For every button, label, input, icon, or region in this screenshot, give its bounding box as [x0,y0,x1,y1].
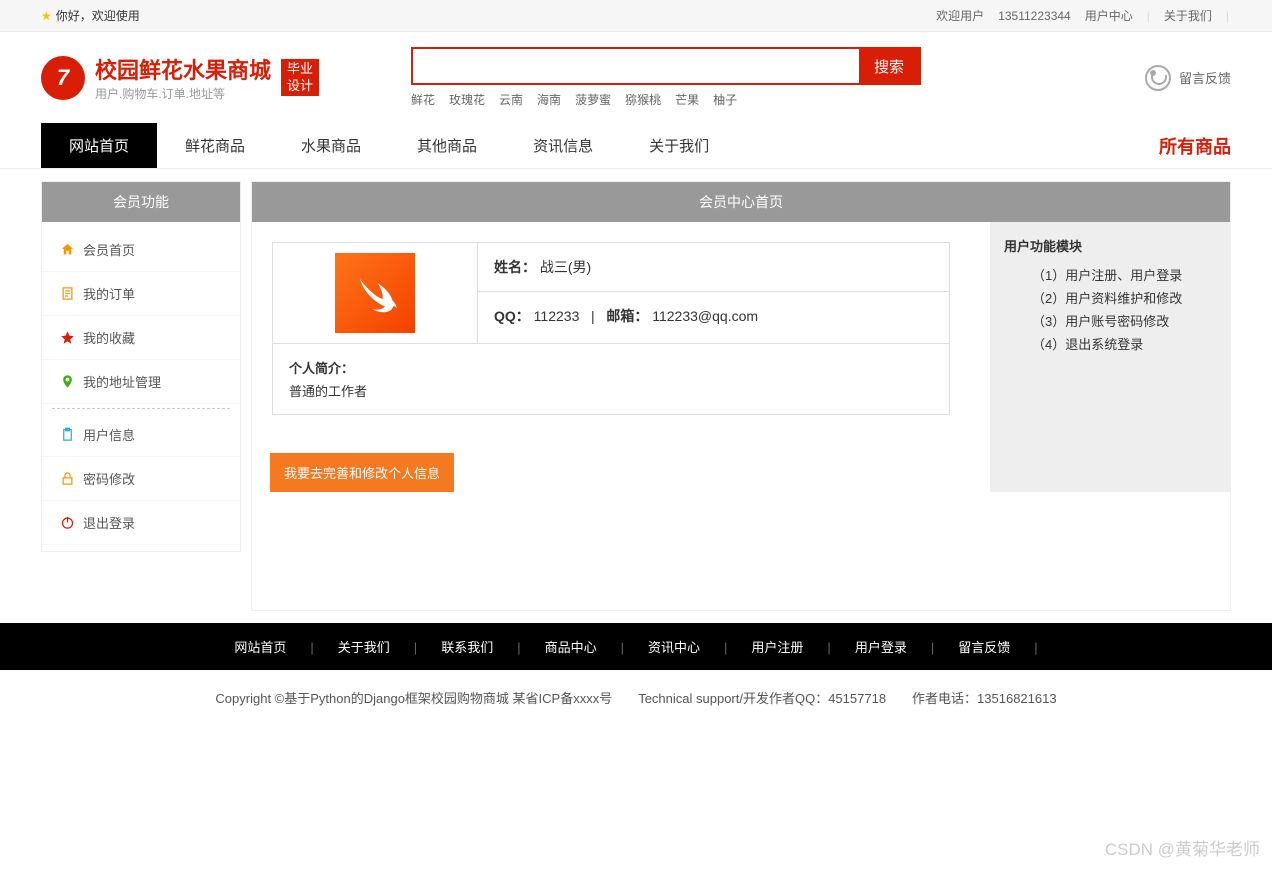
profile-box: 姓名： 战三(男) QQ： 112233 | 邮箱： 112233@qq.com [272,242,950,415]
separator: | [1224,0,1231,32]
swift-icon [350,268,400,318]
sidebar: 会员功能 会员首页我的订单我的收藏我的地址管理用户信息密码修改退出登录 [41,181,241,552]
separator: | [298,640,325,655]
headset-icon [1145,65,1171,91]
footer-link[interactable]: 联系我们 [429,640,505,655]
edit-profile-button[interactable]: 我要去完善和修改个人信息 [270,453,454,492]
hotword[interactable]: 猕猴桃 [625,91,661,108]
content-title: 会员中心首页 [252,182,1230,222]
pin-icon [60,374,75,389]
power-icon [60,515,75,530]
right-panel-title: 用户功能模块 [1004,236,1216,255]
sidebar-title: 会员功能 [42,182,240,222]
footer-link[interactable]: 商品中心 [533,640,609,655]
separator: | [402,640,429,655]
nav-item[interactable]: 关于我们 [621,123,737,168]
order-icon [60,286,75,301]
watermark: CSDN @黄菊华老师 [1105,835,1260,860]
nav-item[interactable]: 网站首页 [41,123,157,168]
feedback-label: 留言反馈 [1179,68,1231,87]
sidebar-item-label: 会员首页 [83,240,135,259]
sidebar-item-label: 退出登录 [83,513,135,532]
hotword[interactable]: 柚子 [713,91,737,108]
separator: | [1022,640,1049,655]
contact-row: QQ： 112233 | 邮箱： 112233@qq.com [478,292,949,340]
right-panel-item: （4）退出系统登录 [1018,332,1216,355]
nav-item[interactable]: 其他商品 [389,123,505,168]
hotword[interactable]: 芒果 [675,91,699,108]
footer-link[interactable]: 留言反馈 [946,640,1022,655]
logo-subtitle: 用户.购物车.订单.地址等 [95,85,271,102]
nav-item[interactable]: 鲜花商品 [157,123,273,168]
welcome-user: 欢迎用户 [934,0,986,32]
sidebar-item-label: 我的地址管理 [83,372,161,391]
lock-icon [60,471,75,486]
nav-item[interactable]: 资讯信息 [505,123,621,168]
sidebar-item[interactable]: 我的地址管理 [42,360,240,404]
separator: | [505,640,532,655]
sidebar-item[interactable]: 会员首页 [42,228,240,272]
logo[interactable]: 7 校园鲜花水果商城 用户.购物车.订单.地址等 毕业设计 [41,53,411,102]
sidebar-item[interactable]: 退出登录 [42,501,240,545]
name-row: 姓名： 战三(男) [478,243,949,292]
separator: | [815,640,842,655]
sidebar-item[interactable]: 密码修改 [42,457,240,501]
sidebar-item-label: 我的收藏 [83,328,135,347]
sidebar-item[interactable]: 我的订单 [42,272,240,316]
separator: | [919,640,946,655]
search-box: 搜索 [411,47,921,85]
hotword[interactable]: 云南 [499,91,523,108]
user-center-link[interactable]: 用户中心 [1083,0,1135,32]
user-phone[interactable]: 13511223344 [996,0,1073,32]
nav-item[interactable]: 水果商品 [273,123,389,168]
search-button[interactable]: 搜索 [859,49,919,83]
hotword[interactable]: 鲜花 [411,91,435,108]
all-products-link[interactable]: 所有商品 [1159,133,1231,159]
right-panel-item: （1）用户注册、用户登录 [1018,263,1216,286]
sidebar-item-label: 我的订单 [83,284,135,303]
sidebar-item[interactable]: 用户信息 [42,413,240,457]
footer-nav: 网站首页|关于我们|联系我们|商品中心|资讯中心|用户注册|用户登录|留言反馈| [0,623,1272,670]
avatar-image [335,253,415,333]
right-panel-item: （2）用户资料维护和修改 [1018,286,1216,309]
footer-link[interactable]: 关于我们 [326,640,402,655]
about-us-link[interactable]: 关于我们 [1162,0,1214,32]
separator: | [609,640,636,655]
right-panel: 用户功能模块 （1）用户注册、用户登录（2）用户资料维护和修改（3）用户账号密码… [990,222,1230,492]
footer-link[interactable]: 用户登录 [843,640,919,655]
clip-icon [60,427,75,442]
separator: | [1145,0,1152,32]
footer-link[interactable]: 资讯中心 [636,640,712,655]
hotword[interactable]: 海南 [537,91,561,108]
logo-icon: 7 [41,56,85,100]
footer-link[interactable]: 用户注册 [739,640,815,655]
star-icon: ★ [41,0,52,32]
sidebar-item[interactable]: 我的收藏 [42,316,240,360]
right-panel-item: （3）用户账号密码修改 [1018,309,1216,332]
avatar [273,243,478,343]
star-icon [60,330,75,345]
hotword[interactable]: 菠萝蜜 [575,91,611,108]
logo-badge: 毕业设计 [281,59,319,97]
hello-text: 你好，欢迎使用 [56,0,140,32]
sidebar-item-label: 密码修改 [83,469,135,488]
footer-link[interactable]: 网站首页 [222,640,298,655]
separator: | [712,640,739,655]
intro-row: 个人简介： 普通的工作者 [273,343,949,414]
sidebar-item-label: 用户信息 [83,425,135,444]
copyright: Copyright ©基于Python的Django框架校园购物商城 某省ICP… [0,670,1272,725]
search-input[interactable] [413,49,859,83]
home-icon [60,242,75,257]
feedback-link[interactable]: 留言反馈 [1145,65,1231,91]
hotword[interactable]: 玫瑰花 [449,91,485,108]
logo-title: 校园鲜花水果商城 [95,53,271,85]
content: 会员中心首页 [251,181,1231,611]
